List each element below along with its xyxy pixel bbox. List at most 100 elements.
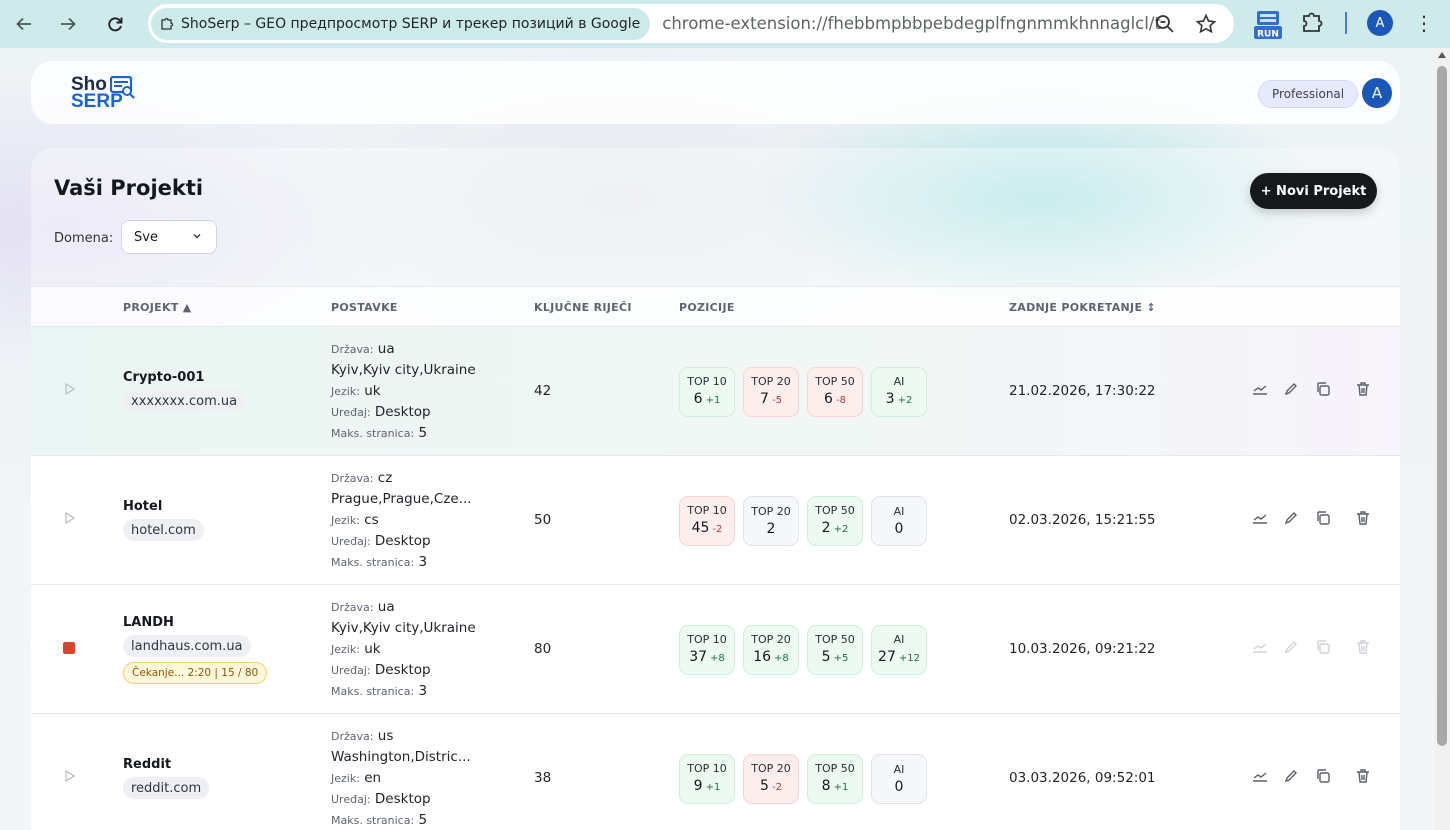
position-label: AI: [893, 504, 905, 518]
domain-filter-label: Domena:: [54, 231, 114, 246]
position-box: TOP 50 5 +5: [807, 625, 863, 675]
duplicate-icon: [1317, 769, 1330, 783]
browser-toolbar: ShoSerp – GEO предпросмотр SERP и трекер…: [0, 0, 1450, 48]
position-value: 9: [693, 777, 703, 794]
max-pages-value: 5: [418, 812, 428, 828]
position-value: 6: [693, 390, 703, 407]
stats-icon: [1253, 772, 1267, 782]
position-value: 2: [821, 519, 831, 536]
column-last-run[interactable]: ZADNJE POKRETANJE ↕: [1009, 301, 1156, 314]
reload-button[interactable]: [97, 6, 133, 42]
position-box: TOP 10 45 -2: [679, 496, 735, 546]
position-value: 45: [691, 519, 710, 536]
max-pages-label: Maks. stranica:: [331, 427, 415, 440]
url-text: chrome-extension://fhebbmpbbpebdegplfngn…: [662, 14, 1163, 33]
stats-button[interactable]: [1251, 509, 1269, 527]
domain-filter-select[interactable]: Sve: [121, 220, 217, 254]
position-label: TOP 10: [687, 761, 727, 775]
play-icon[interactable]: [65, 770, 75, 782]
duplicate-button[interactable]: [1314, 380, 1332, 398]
zoom-icon[interactable]: [1154, 13, 1176, 35]
scroll-up-icon[interactable]: [1438, 52, 1446, 58]
browser-menu-icon[interactable]: ⋮: [1414, 11, 1434, 35]
position-value: 8: [821, 777, 831, 794]
position-label: AI: [893, 632, 905, 646]
location-value: Kyiv,Kyiv city,Ukraine: [331, 362, 476, 378]
table-row[interactable]: Crypto-001 xxxxxxx.com.ua Država: ua Kyiv,K…: [31, 327, 1400, 456]
country-value: cz: [377, 470, 393, 486]
position-delta: +8: [710, 652, 725, 664]
run-extension-icon[interactable]: RUN: [1254, 10, 1282, 40]
edit-button[interactable]: [1282, 380, 1300, 398]
shoserp-logo[interactable]: Sho SERP: [71, 75, 141, 115]
browser-profile-avatar[interactable]: A: [1367, 10, 1393, 36]
language-label: Jezik:: [331, 514, 360, 527]
project-settings: Država: us Washington,Distric... Jezik: en…: [331, 726, 471, 830]
table-row[interactable]: Reddit reddit.com Država: us Washington,Dis…: [31, 714, 1400, 830]
language-value: cs: [364, 512, 379, 528]
position-label: TOP 20: [751, 374, 791, 388]
position-value: 6: [824, 390, 833, 407]
app-header: Sho SERP Professional A: [31, 61, 1400, 124]
language-value: en: [364, 770, 382, 786]
delete-button[interactable]: [1354, 767, 1372, 785]
position-label: TOP 50: [815, 632, 855, 646]
project-settings: Država: ua Kyiv,Kyiv city,Ukraine Jezik: u…: [331, 339, 476, 444]
stats-button[interactable]: [1251, 638, 1269, 656]
device-value: Desktop: [374, 662, 431, 678]
address-bar[interactable]: ShoSerp – GEO предпросмотр SERP и трекер…: [148, 4, 1234, 43]
project-settings: Država: cz Prague,Prague,Cze... Jezik: cs U…: [331, 468, 472, 573]
play-icon[interactable]: [65, 383, 75, 395]
position-value: 5: [760, 777, 769, 794]
stats-button[interactable]: [1251, 380, 1269, 398]
position-box: TOP 50 8 +1: [807, 754, 863, 804]
edit-button[interactable]: [1282, 767, 1300, 785]
position-delta: +12: [898, 652, 920, 664]
duplicate-button[interactable]: [1314, 509, 1332, 527]
back-button[interactable]: [6, 6, 42, 42]
stop-icon[interactable]: [63, 642, 75, 654]
position-box: AI 0: [871, 496, 927, 546]
new-project-button[interactable]: + Novi Projekt: [1250, 173, 1377, 209]
scrollbar-thumb[interactable]: [1437, 66, 1447, 746]
position-box: AI 27 +12: [871, 625, 927, 675]
extensions-icon[interactable]: [1300, 10, 1324, 34]
user-avatar[interactable]: A: [1362, 78, 1392, 108]
last-run-date: 10.03.2026, 09:21:22: [1009, 641, 1156, 657]
duplicate-icon: [1317, 382, 1330, 396]
language-label: Jezik:: [331, 772, 360, 785]
project-domain: reddit.com: [123, 777, 210, 799]
position-value: 27: [878, 648, 896, 665]
country-label: Država:: [331, 730, 374, 743]
page-scrollbar[interactable]: [1434, 48, 1450, 830]
delete-button[interactable]: [1354, 638, 1372, 656]
project-domain: xxxxxxx.com.ua: [123, 390, 246, 412]
column-project[interactable]: PROJEKT ▲: [123, 301, 192, 314]
project-name[interactable]: Crypto-001: [123, 370, 204, 385]
delete-button[interactable]: [1354, 380, 1372, 398]
play-icon[interactable]: [65, 512, 75, 524]
table-row[interactable]: LANDH landhaus.com.ua Čekanje... 2:20 | 15…: [31, 585, 1400, 714]
last-run-date: 21.02.2026, 17:30:22: [1009, 383, 1156, 399]
position-box: TOP 10 37 +8: [679, 625, 735, 675]
project-name[interactable]: Reddit: [123, 757, 171, 772]
delete-button[interactable]: [1354, 509, 1372, 527]
extension-title-chip[interactable]: ShoSerp – GEO предпросмотр SERP и трекер…: [151, 7, 651, 40]
position-box: TOP 20 7 -5: [743, 367, 799, 417]
edit-button[interactable]: [1282, 638, 1300, 656]
bookmark-star-icon[interactable]: [1195, 13, 1217, 35]
duplicate-button[interactable]: [1314, 767, 1332, 785]
device-label: Uređaj:: [331, 793, 371, 806]
forward-button[interactable]: [50, 6, 86, 42]
duplicate-button[interactable]: [1314, 638, 1332, 656]
stats-button[interactable]: [1251, 767, 1269, 785]
project-name[interactable]: LANDH: [123, 615, 174, 630]
positions-group: TOP 10 9 +1 TOP 20 5 -2 TOP 50 8 +1 AI 0: [679, 754, 927, 804]
edit-button[interactable]: [1282, 509, 1300, 527]
wait-status-badge: Čekanje... 2:20 | 15 / 80: [123, 662, 268, 684]
project-name[interactable]: Hotel: [123, 499, 162, 514]
position-delta: -5: [771, 394, 782, 406]
edit-icon: [1284, 383, 1297, 396]
positions-group: TOP 10 37 +8 TOP 20 16 +8 TOP 50 5 +5 AI 27 +12: [679, 625, 927, 675]
table-row[interactable]: Hotel hotel.com Država: cz Prague,Prague,Cz…: [31, 456, 1400, 585]
